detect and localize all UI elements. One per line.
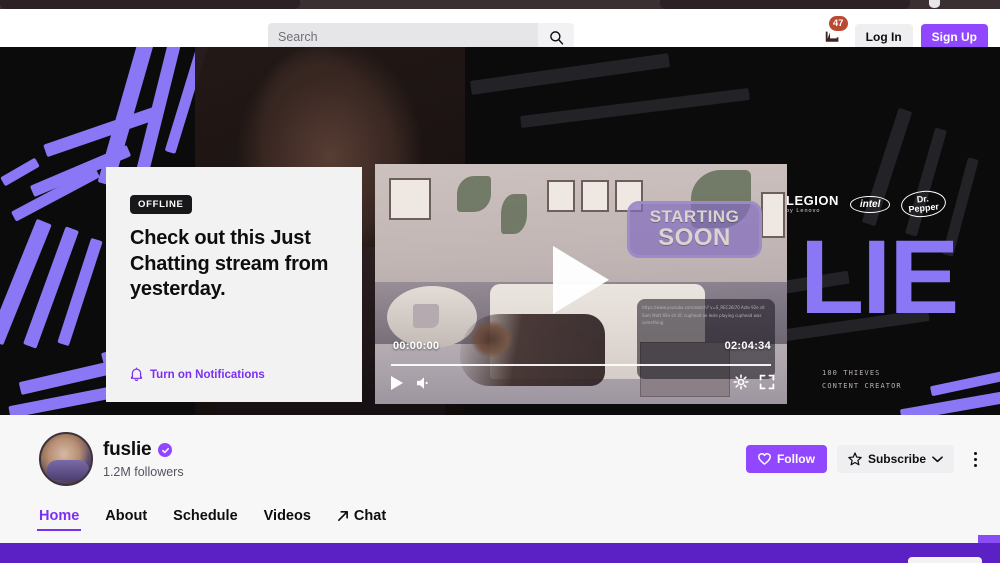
tab-videos[interactable]: Videos <box>262 503 313 535</box>
kebab-menu-icon <box>973 451 977 455</box>
browser-tab[interactable] <box>660 0 910 9</box>
follow-label: Follow <box>776 452 815 466</box>
turn-on-notifications-button[interactable]: Turn on Notifications <box>130 367 338 382</box>
thumbnail-frame <box>761 192 785 238</box>
starting-soon-line2: SOON <box>658 224 731 252</box>
offline-info-card: OFFLINE Check out this Just Chatting str… <box>106 167 362 402</box>
browser-chrome-strip <box>0 0 1000 9</box>
external-link-icon <box>337 511 348 521</box>
chevron-down-icon <box>932 456 943 463</box>
creator-tagline-line1: 100 THIEVES <box>822 369 881 377</box>
more-options-button[interactable] <box>964 445 986 473</box>
legion-logo-text: LEGION <box>786 192 839 208</box>
current-time-label: 00:00:00 <box>393 340 440 352</box>
channel-banner: LIE LEGION by Lenovo intel Dr. Pepper 10… <box>0 47 1000 415</box>
banner-name-text: LIE <box>800 219 959 336</box>
tab-schedule[interactable]: Schedule <box>171 503 239 535</box>
thumbnail-character <box>460 314 605 386</box>
creator-tagline-line2: CONTENT CREATOR <box>822 381 902 390</box>
offline-status-badge: OFFLINE <box>130 195 192 214</box>
thumbnail-chat-overlay: https://www.youtube.com/watch? v=S_REC26… <box>637 299 775 379</box>
channel-info-bar: fuslie 1.2M followers Follow Subscribe <box>0 415 1000 503</box>
verified-check-icon <box>158 443 173 457</box>
thumbnail-frame <box>547 180 575 212</box>
starting-soon-line1: STARTING <box>649 207 740 227</box>
video-player[interactable]: https://www.youtube.com/watch? v=S_REC26… <box>375 164 787 404</box>
settings-button[interactable] <box>733 374 749 390</box>
search-icon <box>549 30 563 45</box>
heart-icon <box>758 453 771 465</box>
duration-label: 02:04:34 <box>724 340 771 352</box>
browser-tab[interactable] <box>0 0 300 9</box>
follower-count: 1.2M followers <box>103 465 184 479</box>
play-button[interactable] <box>391 376 403 390</box>
channel-tabs: Home About Schedule Videos Chat <box>0 503 1000 543</box>
thumbnail-plant <box>457 176 491 212</box>
legion-logo: LEGION by Lenovo <box>786 194 839 215</box>
subscribe-label: Subscribe <box>867 452 926 466</box>
channel-name: fuslie <box>103 439 152 460</box>
fullscreen-button[interactable] <box>759 374 775 390</box>
kebab-menu-icon <box>973 463 977 467</box>
creator-tagline: 100 THIEVES CONTENT CREATOR <box>822 367 902 393</box>
dr-pepper-logo: Dr. Pepper <box>900 188 948 220</box>
star-icon <box>848 452 862 466</box>
bottom-floating-card[interactable] <box>908 557 982 563</box>
big-play-button[interactable] <box>553 245 609 314</box>
avatar[interactable] <box>39 432 93 486</box>
thumbnail-frame <box>389 178 431 220</box>
legion-logo-subtext: by Lenovo <box>786 207 821 214</box>
tab-about[interactable]: About <box>103 503 149 535</box>
starting-soon-overlay: STARTING SOON <box>627 201 762 258</box>
tab-chat-label: Chat <box>353 508 387 524</box>
follow-button[interactable]: Follow <box>745 445 827 473</box>
browser-window-control[interactable] <box>929 0 940 8</box>
bottom-purple-strip <box>0 543 1000 563</box>
subscribe-button[interactable]: Subscribe <box>836 445 954 473</box>
sponsor-logos: LEGION by Lenovo intel Dr. Pepper <box>786 188 948 220</box>
channel-name-row: fuslie <box>103 439 173 461</box>
bell-icon <box>130 367 143 381</box>
tab-home[interactable]: Home <box>37 503 82 535</box>
dr-pepper-line2: Pepper <box>908 201 940 215</box>
intel-logo: intel <box>849 195 891 213</box>
kebab-menu-icon <box>973 457 977 461</box>
top-navigation-bar: 47 Log In Sign Up <box>0 9 1000 51</box>
prime-loot-icon <box>825 31 839 42</box>
tab-chat[interactable]: Chat <box>335 503 388 535</box>
notification-badge: 47 <box>828 16 848 31</box>
channel-actions: Follow Subscribe <box>745 445 986 473</box>
turn-on-notifications-label: Turn on Notifications <box>150 368 265 381</box>
thumbnail-frame <box>581 180 609 212</box>
seek-bar[interactable] <box>391 364 771 366</box>
offline-headline: Check out this Just Chatting stream from… <box>130 227 329 301</box>
volume-button[interactable] <box>415 376 433 390</box>
thumbnail-plant <box>501 194 527 234</box>
